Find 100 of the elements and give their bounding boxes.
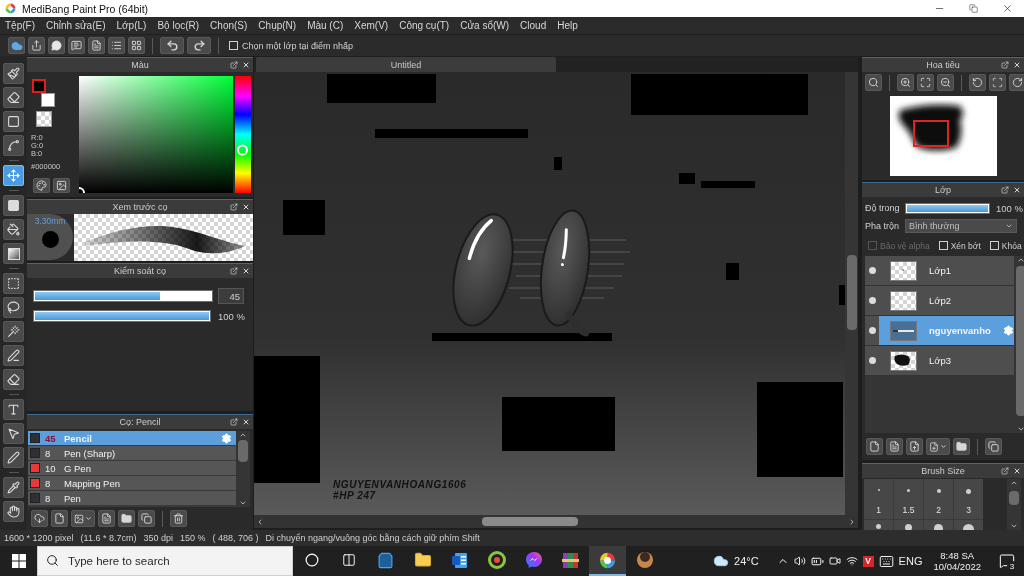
- close-icon[interactable]: [1013, 186, 1021, 194]
- scroll-up-icon[interactable]: [1010, 479, 1018, 487]
- menu-item[interactable]: Cửa sổ(W): [459, 20, 511, 31]
- brush-size-cell[interactable]: 1: [864, 479, 893, 519]
- scrollbar-track[interactable]: [845, 72, 858, 515]
- navigator-button[interactable]: [865, 74, 882, 91]
- tool-button[interactable]: [3, 501, 24, 522]
- keyboard-icon[interactable]: [878, 553, 894, 569]
- scrollbar-track[interactable]: [1007, 479, 1021, 530]
- close-icon[interactable]: [242, 203, 250, 211]
- layer-tool-button[interactable]: [886, 438, 903, 455]
- brush-row[interactable]: 8 Pen (Sharp): [28, 446, 236, 461]
- brush-tool-button[interactable]: [118, 510, 135, 527]
- color-picker-area[interactable]: [79, 76, 233, 193]
- layer-tool-button[interactable]: [866, 438, 883, 455]
- weather-text[interactable]: 24°C: [734, 555, 759, 567]
- notification-button[interactable]: 3: [992, 546, 1022, 576]
- close-icon[interactable]: [1013, 61, 1021, 69]
- scrollbar-track[interactable]: [254, 515, 858, 528]
- tool-button[interactable]: [3, 135, 24, 156]
- scroll-right-icon[interactable]: [848, 517, 856, 526]
- navigator-button[interactable]: [917, 74, 934, 91]
- detach-icon[interactable]: [230, 203, 238, 211]
- tool-button[interactable]: [3, 195, 24, 216]
- menu-item[interactable]: Chỉnh sửa(E): [45, 20, 107, 31]
- layer-tool-button[interactable]: [926, 438, 950, 455]
- detach-icon[interactable]: [230, 267, 238, 275]
- close-icon[interactable]: [242, 418, 250, 426]
- close-icon[interactable]: [1013, 467, 1021, 475]
- taskbar-app-button[interactable]: [589, 546, 626, 576]
- brush-size-cell[interactable]: 2: [924, 479, 953, 519]
- palette-button[interactable]: [33, 178, 50, 193]
- slider-track[interactable]: [33, 290, 213, 302]
- toolbar-button[interactable]: [128, 37, 145, 54]
- menu-item[interactable]: Tệp(F): [4, 20, 36, 31]
- picker-marker-icon[interactable]: [79, 187, 85, 193]
- layer-tool-button[interactable]: [906, 438, 923, 455]
- detach-icon[interactable]: [1001, 61, 1009, 69]
- tool-button[interactable]: [3, 399, 24, 420]
- navigator-button[interactable]: [1009, 74, 1024, 91]
- tool-button[interactable]: [3, 63, 24, 84]
- menu-item[interactable]: Chọn(S): [209, 20, 249, 31]
- tool-button[interactable]: [3, 219, 24, 240]
- tool-button[interactable]: [3, 273, 24, 294]
- brush-tool-button[interactable]: [170, 510, 187, 527]
- menu-item[interactable]: Bộ lọc(R): [156, 20, 201, 31]
- document-tab[interactable]: Untitled: [256, 57, 556, 72]
- tool-button[interactable]: [3, 165, 24, 186]
- toolbar-button[interactable]: [68, 37, 85, 54]
- camera-icon[interactable]: [828, 555, 841, 567]
- hue-slider-track[interactable]: [235, 76, 251, 193]
- layer-tool-button[interactable]: [985, 438, 1002, 455]
- brush-row[interactable]: 8 Mapping Pen: [28, 476, 236, 491]
- toolbar-button[interactable]: [48, 37, 65, 54]
- brush-tool-button[interactable]: [31, 510, 48, 527]
- menu-item[interactable]: Lớp(L): [115, 20, 148, 31]
- scroll-down-icon[interactable]: [239, 499, 247, 507]
- menu-item[interactable]: Công cụ(T): [398, 20, 451, 31]
- clock-time[interactable]: 8:48 SA: [940, 550, 975, 561]
- speaker-icon[interactable]: [793, 555, 806, 567]
- tool-button[interactable]: [3, 423, 24, 444]
- menu-item[interactable]: Xem(V): [353, 20, 390, 31]
- detach-icon[interactable]: [230, 418, 238, 426]
- scrollbar-thumb[interactable]: [238, 440, 248, 462]
- toolbar-button[interactable]: [8, 37, 25, 54]
- foreground-color-swatch[interactable]: [32, 79, 46, 93]
- brush-row[interactable]: 10 G Pen: [28, 461, 236, 476]
- brush-size-cell[interactable]: 3: [954, 479, 983, 519]
- background-color-swatch[interactable]: [41, 93, 55, 107]
- detach-icon[interactable]: [1001, 186, 1009, 194]
- scroll-down-icon[interactable]: [1016, 425, 1024, 433]
- menu-item[interactable]: Màu (C): [306, 20, 345, 31]
- scrollbar-track[interactable]: [1013, 256, 1024, 433]
- search-field[interactable]: Type here to search: [37, 546, 293, 576]
- undo-button[interactable]: [160, 37, 184, 54]
- detach-icon[interactable]: [1001, 467, 1009, 475]
- scroll-up-icon[interactable]: [239, 431, 247, 439]
- tool-button[interactable]: [3, 111, 24, 132]
- transparent-color-swatch[interactable]: [36, 111, 52, 127]
- tool-button[interactable]: [3, 87, 24, 108]
- toolbar-button[interactable]: [88, 37, 105, 54]
- brush-size-cell[interactable]: 1.5: [894, 479, 923, 519]
- cloud-icon[interactable]: [713, 553, 730, 569]
- menu-item[interactable]: Help: [556, 20, 579, 31]
- scrollbar-track[interactable]: [236, 431, 250, 507]
- close-icon[interactable]: [242, 61, 250, 69]
- blend-mode-dropdown[interactable]: Bình thường: [905, 219, 1017, 233]
- brush-row[interactable]: 8 Pen: [28, 491, 236, 506]
- navigator-button[interactable]: [989, 74, 1006, 91]
- wifi-icon[interactable]: [845, 555, 858, 567]
- scroll-down-icon[interactable]: [1010, 522, 1018, 530]
- settings-icon[interactable]: [1002, 325, 1014, 336]
- scroll-up-icon[interactable]: [1016, 256, 1024, 264]
- close-icon[interactable]: [242, 267, 250, 275]
- tool-button[interactable]: [3, 369, 24, 390]
- brush-tool-button[interactable]: [138, 510, 155, 527]
- tool-button[interactable]: [3, 321, 24, 342]
- scrollbar-thumb[interactable]: [846, 255, 857, 330]
- brush-tool-button[interactable]: [98, 510, 115, 527]
- hue-slider-thumb[interactable]: [237, 144, 248, 156]
